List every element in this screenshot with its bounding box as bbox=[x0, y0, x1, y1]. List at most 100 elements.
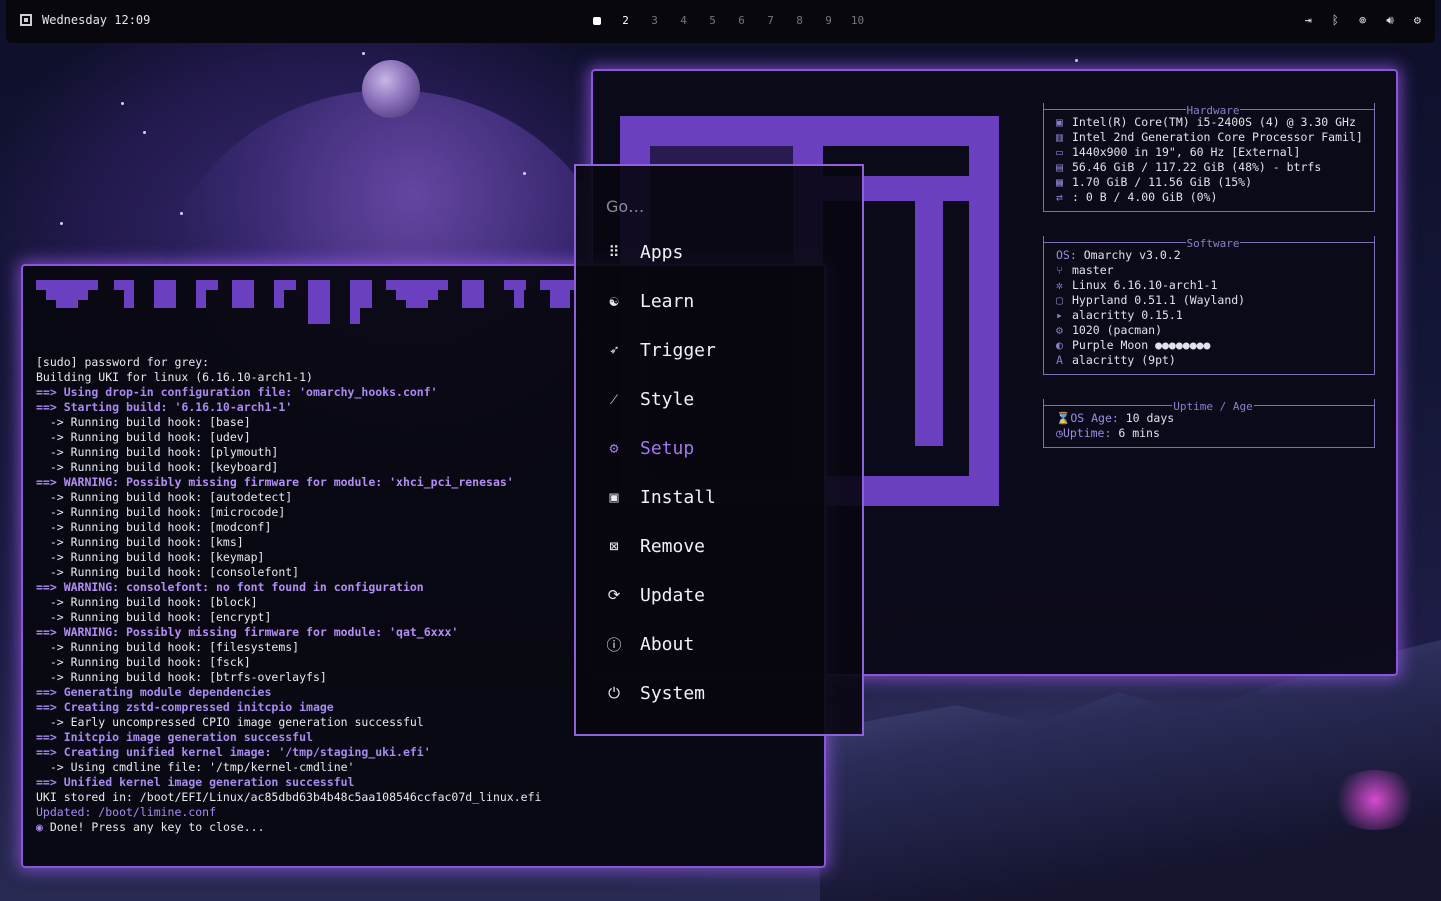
workspace-4[interactable]: 4 bbox=[669, 14, 698, 27]
gpu-icon: ▥ bbox=[1056, 130, 1063, 144]
terminal-row: ▸ alacritty 0.15.1 bbox=[1056, 308, 1370, 323]
brain-icon: ☯ bbox=[609, 292, 619, 310]
os-row: OS: Omarchy v3.0.2 bbox=[1056, 248, 1370, 263]
packages-value: 1020 (pacman) bbox=[1072, 323, 1163, 337]
menu-item-label: Install bbox=[640, 486, 716, 508]
menu-item-label: Learn bbox=[640, 290, 695, 312]
wm-row: ▢ Hyprland 0.51.1 (Wayland) bbox=[1056, 293, 1370, 308]
star bbox=[362, 52, 365, 55]
workspace-5[interactable]: 5 bbox=[698, 14, 727, 27]
logout-icon[interactable]: ⇥ bbox=[1305, 13, 1312, 28]
menu-item-apps[interactable]: ⠿ Apps bbox=[604, 237, 684, 267]
menu-item-update[interactable]: ⟳ Update bbox=[604, 580, 705, 610]
star bbox=[1075, 59, 1078, 62]
terminal-line: ==> Unified kernel image generation succ… bbox=[36, 775, 355, 789]
fastfetch-info: Hardware ▣ Intel(R) Core(TM) i5-2400S (4)… bbox=[1043, 103, 1375, 472]
terminal-line: ==> Starting build: '6.16.10-arch1-1' bbox=[36, 400, 293, 414]
menu-item-learn[interactable]: ☯ Learn bbox=[604, 286, 694, 316]
omarchy-logo-icon[interactable] bbox=[20, 14, 32, 26]
os-age-row: ⌛OS Age: 10 days bbox=[1056, 411, 1370, 426]
terminal-line: -> Running build hook: [udev] bbox=[36, 430, 251, 444]
gpu-value: Intel 2nd Generation Core Processor Fami… bbox=[1072, 130, 1363, 144]
os-value: Omarchy v3.0.2 bbox=[1083, 248, 1181, 262]
branch-row: ⑂ master bbox=[1056, 263, 1370, 278]
terminal-line: Updated: /boot/limine.conf bbox=[36, 805, 217, 819]
terminal-line: -> Running build hook: [keyboard] bbox=[36, 460, 279, 474]
os-age-value: 10 days bbox=[1125, 411, 1175, 425]
hardware-box: Hardware ▣ Intel(R) Core(TM) i5-2400S (4)… bbox=[1043, 103, 1375, 212]
packages-row: ⚙ 1020 (pacman) bbox=[1056, 323, 1370, 338]
moon bbox=[362, 60, 420, 118]
terminal-line: -> Using cmdline file: '/tmp/kernel-cmdl… bbox=[36, 760, 355, 774]
cpu-row: ▣ Intel(R) Core(TM) i5-2400S (4) @ 3.30 G… bbox=[1056, 115, 1370, 130]
workspace-2[interactable]: 2 bbox=[611, 14, 640, 27]
swap-icon: ⇄ bbox=[1056, 190, 1063, 204]
workspace-7[interactable]: 7 bbox=[756, 14, 785, 27]
terminal-line: ==> Initcpio image generation successful bbox=[36, 730, 313, 744]
terminal-line: -> Running build hook: [btrfs-overlayfs] bbox=[36, 670, 327, 684]
display-icon: ▭ bbox=[1056, 145, 1063, 159]
volume-icon[interactable]: 🔊︎ bbox=[1386, 13, 1394, 28]
menu-item-label: Apps bbox=[640, 241, 684, 263]
workspace-9[interactable]: 9 bbox=[814, 14, 843, 27]
menu-item-label: Update bbox=[640, 584, 706, 606]
os-label: OS: bbox=[1056, 248, 1077, 262]
window-icon: ▢ bbox=[1056, 293, 1063, 307]
clock[interactable]: Wednesday 12:09 bbox=[42, 13, 150, 27]
font-icon: A bbox=[1056, 353, 1063, 367]
terminal-line: -> Running build hook: [fsck] bbox=[36, 655, 251, 669]
memory-icon: ▦ bbox=[1056, 175, 1063, 189]
menu-item-trigger[interactable]: ➶ Trigger bbox=[604, 335, 715, 365]
software-box: Software OS: Omarchy v3.0.2 ⑂ master ✲ Lin… bbox=[1043, 236, 1375, 375]
bluetooth-icon[interactable]: ᛒ bbox=[1332, 13, 1339, 28]
terminal-line: -> Running build hook: [keymap] bbox=[36, 550, 265, 564]
workspace-3[interactable]: 3 bbox=[640, 14, 669, 27]
search-input[interactable]: Go… bbox=[606, 197, 644, 216]
menu-item-label: About bbox=[640, 633, 695, 655]
grid-icon: ⠿ bbox=[608, 243, 620, 261]
menu-item-label: Remove bbox=[640, 535, 706, 557]
refresh-icon: ⟳ bbox=[607, 586, 621, 604]
hardware-title: Hardware bbox=[1185, 104, 1241, 117]
menu-item-style[interactable]: ⁄ Style bbox=[604, 384, 694, 414]
workspace-6[interactable]: 6 bbox=[727, 14, 756, 27]
kernel-icon: ✲ bbox=[1056, 278, 1063, 292]
os-age-label: OS Age: bbox=[1070, 411, 1119, 425]
wm-value: Hyprland 0.51.1 (Wayland) bbox=[1072, 293, 1246, 307]
branch-value: master bbox=[1072, 263, 1114, 277]
display-row: ▭ 1440x900 in 19", 60 Hz [External] bbox=[1056, 145, 1370, 160]
terminal-icon: ▸ bbox=[1056, 308, 1063, 322]
terminal-line: -> Running build hook: [filesystems] bbox=[36, 640, 300, 654]
theme-row: ◐ Purple Moon ●●●●●●●● bbox=[1056, 338, 1370, 353]
network-icon[interactable]: ⊚ bbox=[1359, 13, 1366, 28]
cpu-value: Intel(R) Core(TM) i5-2400S (4) @ 3.30 GH… bbox=[1072, 115, 1356, 129]
floppy-icon: ▣ bbox=[609, 488, 619, 506]
terminal-line: -> Running build hook: [encrypt] bbox=[36, 610, 272, 624]
menu-item-remove[interactable]: ⊠ Remove bbox=[604, 531, 705, 561]
workspace-10[interactable]: 10 bbox=[843, 14, 872, 27]
menu-item-setup[interactable]: ⚙ Setup bbox=[604, 433, 694, 463]
workspace-1[interactable] bbox=[582, 14, 611, 27]
settings-icon[interactable]: ⚙ bbox=[1414, 13, 1421, 28]
swap-row: ⇄: 0 B / 4.00 GiB (0%) bbox=[1056, 190, 1370, 205]
star bbox=[60, 222, 63, 225]
terminal-line: ==> WARNING: Possibly missing firmware f… bbox=[36, 625, 459, 639]
terminal-line: -> Early uncompressed CPIO image generat… bbox=[36, 715, 424, 729]
menu-item-install[interactable]: ▣ Install bbox=[604, 482, 716, 512]
menu-item-system[interactable]: ⏻ System bbox=[604, 678, 705, 708]
terminal-line: -> Running build hook: [plymouth] bbox=[36, 445, 279, 459]
workspace-8[interactable]: 8 bbox=[785, 14, 814, 27]
font-value: alacritty (9pt) bbox=[1072, 353, 1176, 367]
terminal-line: UKI stored in: /boot/EFI/Linux/ac85dbd63… bbox=[36, 790, 542, 804]
terminal-ascii-banner bbox=[36, 280, 576, 324]
menu-item-about[interactable]: ⓘ About bbox=[604, 629, 694, 659]
terminal-line: -> Running build hook: [modconf] bbox=[36, 520, 272, 534]
done-message: Done! Press any key to close... bbox=[49, 820, 265, 834]
star bbox=[180, 212, 183, 215]
uptime-title: Uptime / Age bbox=[1172, 400, 1254, 413]
power-icon: ⏻ bbox=[608, 684, 620, 702]
package-icon: ⚙ bbox=[1056, 323, 1063, 337]
terminal-line: ◉ Done! Press any key to close... bbox=[36, 820, 541, 835]
gpu-row: ▥ Intel 2nd Generation Core Processor Fam… bbox=[1056, 130, 1370, 145]
software-title: Software bbox=[1185, 237, 1241, 250]
